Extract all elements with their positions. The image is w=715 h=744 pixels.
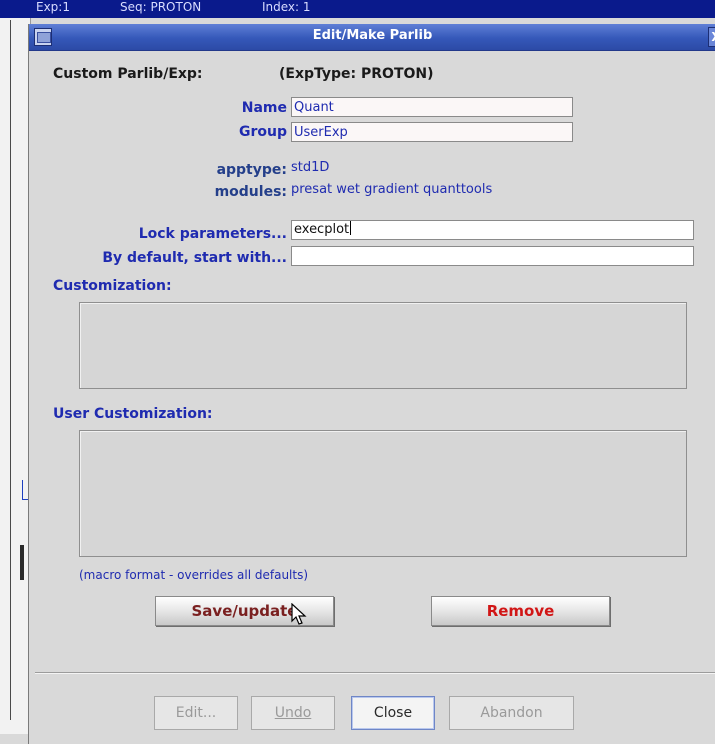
modules-value: presat wet gradient quanttools	[291, 182, 493, 197]
group-input[interactable]	[291, 122, 573, 142]
default-start-input[interactable]	[291, 246, 694, 266]
default-start-label[interactable]: By default, start with...	[49, 250, 287, 266]
divider-highlight	[35, 673, 715, 674]
customization-label: Customization:	[53, 278, 172, 294]
lock-parameters-value: execplot	[294, 222, 350, 237]
background-index-label: Index: 1	[262, 0, 311, 14]
mouse-pointer-icon	[291, 603, 307, 625]
group-label: Group	[238, 124, 287, 140]
user-customization-label: User Customization:	[53, 406, 213, 422]
name-input[interactable]	[291, 97, 573, 117]
user-customization-textarea[interactable]	[79, 430, 687, 557]
apptype-value: std1D	[291, 160, 330, 175]
lock-parameters-label[interactable]: Lock parameters...	[49, 226, 287, 242]
undo-label: Undo	[274, 705, 312, 721]
lock-parameters-input[interactable]: execplot	[291, 220, 694, 240]
background-exp-label: Exp:1	[36, 0, 70, 14]
edit-button[interactable]: Edit...	[154, 696, 238, 730]
background-window-header: Exp:1 Seq: PROTON Index: 1	[0, 0, 715, 18]
close-icon[interactable]: X	[708, 27, 715, 47]
save-update-button[interactable]: Save/update	[155, 596, 334, 626]
undo-button[interactable]: Undo	[251, 696, 335, 730]
exp-type-label: (ExpType: PROTON)	[279, 66, 434, 82]
background-seq-label: Seq: PROTON	[120, 0, 202, 14]
name-label: Name	[241, 100, 287, 116]
modules-label: modules:	[214, 184, 287, 200]
background-window-panel	[0, 18, 31, 734]
customization-textarea[interactable]	[79, 302, 687, 389]
background-bracket	[22, 480, 23, 500]
macro-format-note: (macro format - overrides all defaults)	[79, 568, 309, 582]
background-divider	[10, 20, 11, 720]
apptype-label: apptype:	[216, 162, 287, 178]
text-caret	[350, 221, 352, 235]
background-scroll-mark	[20, 545, 24, 580]
close-button[interactable]: Close	[351, 696, 435, 730]
edit-parlib-dialog: Edit/Make Parlib X Custom Parlib/Exp: (E…	[28, 24, 715, 744]
custom-parlib-label: Custom Parlib/Exp:	[53, 66, 203, 82]
abandon-button[interactable]: Abandon	[449, 696, 574, 730]
remove-button[interactable]: Remove	[431, 596, 610, 626]
dialog-title: Edit/Make Parlib	[312, 28, 433, 43]
dialog-title-bar[interactable]: Edit/Make Parlib X	[29, 24, 715, 51]
